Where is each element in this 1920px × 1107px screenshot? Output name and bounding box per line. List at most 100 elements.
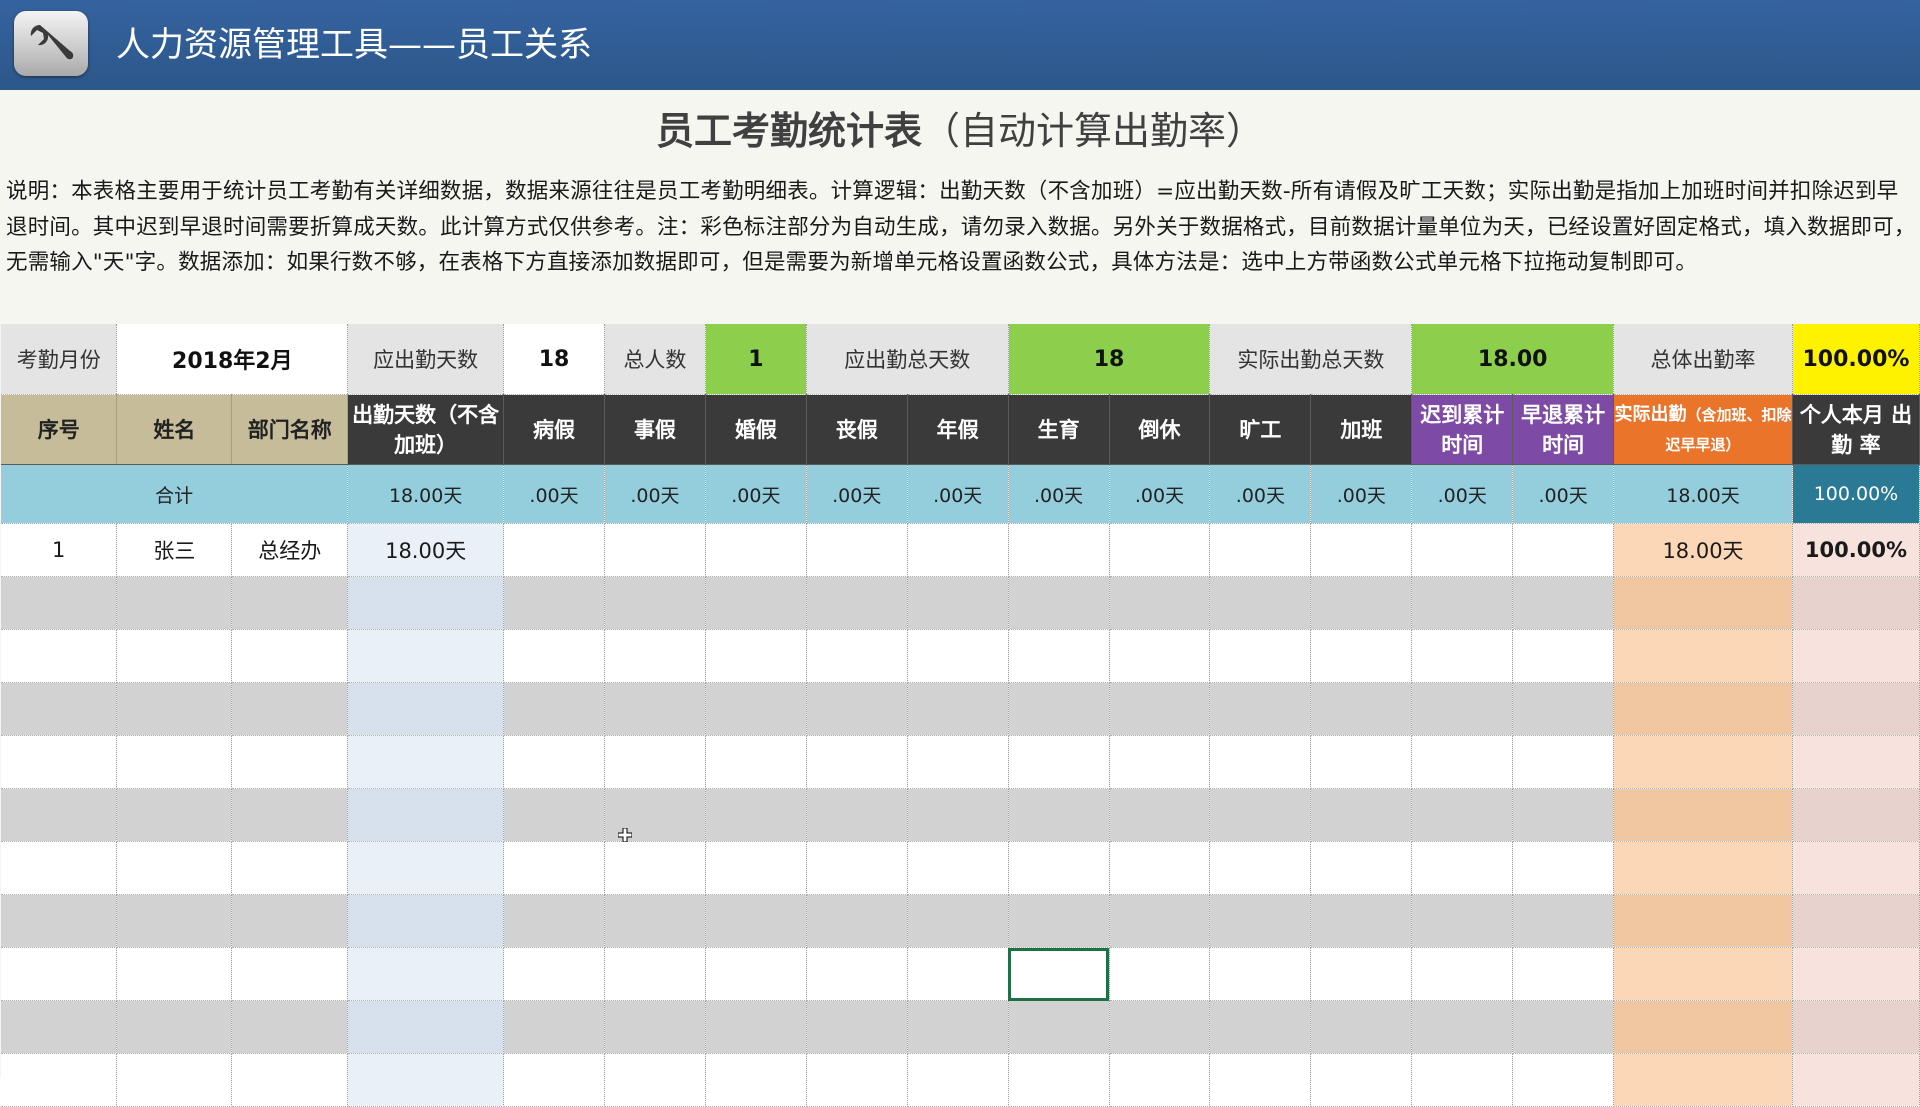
cell-actual[interactable] — [1613, 1053, 1793, 1107]
total-actual-label[interactable]: 实际出勤总天数 — [1209, 324, 1413, 395]
cell[interactable] — [1008, 735, 1110, 789]
cell[interactable] — [806, 735, 908, 789]
cell[interactable] — [1109, 682, 1211, 736]
cell-rate[interactable] — [1792, 841, 1920, 895]
cell[interactable] — [1209, 841, 1312, 895]
cell-actual[interactable] — [1613, 947, 1793, 1001]
cell-actual[interactable]: 18.00天 — [1613, 523, 1793, 577]
total-sick[interactable]: .00天 — [503, 464, 605, 524]
cell[interactable] — [907, 1053, 1009, 1107]
cell-marriage[interactable] — [705, 523, 807, 577]
cell-rate[interactable] — [1792, 894, 1920, 948]
cell[interactable] — [705, 735, 807, 789]
cell[interactable] — [1008, 1053, 1110, 1107]
cell-attendance[interactable] — [347, 682, 505, 736]
cell[interactable] — [1209, 947, 1312, 1001]
cell-sick[interactable] — [503, 523, 605, 577]
total-late[interactable]: .00天 — [1411, 464, 1514, 524]
cell[interactable] — [1209, 1053, 1312, 1107]
overall-rate-label[interactable]: 总体出勤率 — [1613, 324, 1793, 395]
cell[interactable] — [1310, 576, 1413, 630]
cell[interactable] — [604, 894, 706, 948]
cell[interactable] — [1109, 1053, 1211, 1107]
cell[interactable] — [1209, 735, 1312, 789]
cell[interactable] — [1411, 841, 1514, 895]
cell-overtime[interactable] — [1310, 523, 1413, 577]
headcount-label[interactable]: 总人数 — [604, 324, 706, 395]
cell[interactable] — [907, 841, 1009, 895]
cell[interactable] — [231, 735, 349, 789]
cell[interactable] — [705, 576, 807, 630]
selected-cell[interactable] — [1008, 947, 1110, 1001]
cell[interactable] — [116, 894, 233, 948]
cell[interactable] — [116, 841, 233, 895]
cell[interactable] — [907, 894, 1009, 948]
cell[interactable] — [231, 841, 349, 895]
cell[interactable] — [116, 947, 233, 1001]
cell[interactable] — [1411, 894, 1514, 948]
cell[interactable] — [116, 1053, 233, 1107]
cell-funeral[interactable] — [806, 523, 908, 577]
cell[interactable] — [116, 735, 233, 789]
cell[interactable] — [1512, 894, 1615, 948]
cell-attendance[interactable] — [347, 735, 505, 789]
cell-actual[interactable] — [1613, 894, 1793, 948]
cell[interactable] — [1310, 629, 1413, 683]
header-actual[interactable]: 实际出勤（含加班、扣除迟早早退） — [1613, 394, 1793, 465]
cell[interactable] — [231, 629, 349, 683]
cell[interactable] — [1109, 1000, 1211, 1054]
cell[interactable] — [1411, 1053, 1514, 1107]
cell[interactable] — [116, 1000, 233, 1054]
cell-actual[interactable] — [1613, 841, 1793, 895]
cell[interactable] — [1411, 682, 1514, 736]
cell[interactable] — [705, 894, 807, 948]
cell[interactable] — [1411, 788, 1514, 842]
total-marriage[interactable]: .00天 — [705, 464, 807, 524]
cell[interactable] — [604, 947, 706, 1001]
cell-rate[interactable] — [1792, 735, 1920, 789]
cell[interactable] — [907, 1000, 1009, 1054]
cell-attendance[interactable] — [347, 629, 505, 683]
cell[interactable] — [1, 947, 118, 1001]
cell-attendance[interactable] — [347, 894, 505, 948]
cell[interactable] — [1411, 947, 1514, 1001]
cell[interactable] — [1411, 576, 1514, 630]
cell[interactable] — [1310, 841, 1413, 895]
total-annual[interactable]: .00天 — [907, 464, 1009, 524]
cell[interactable] — [1310, 735, 1413, 789]
cell[interactable] — [1109, 576, 1211, 630]
cell[interactable] — [806, 788, 908, 842]
header-absent[interactable]: 旷工 — [1209, 394, 1312, 465]
header-name[interactable]: 姓名 — [116, 394, 233, 465]
cell[interactable] — [1, 788, 118, 842]
total-actual-value[interactable]: 18.00 — [1411, 324, 1615, 395]
cell[interactable] — [1310, 947, 1413, 1001]
cell-absent[interactable] — [1209, 523, 1312, 577]
cell[interactable] — [907, 682, 1009, 736]
total-absent[interactable]: .00天 — [1209, 464, 1312, 524]
header-compensatory[interactable]: 倒休 — [1109, 394, 1211, 465]
header-maternity[interactable]: 生育 — [1008, 394, 1110, 465]
cell[interactable] — [1209, 894, 1312, 948]
header-seq[interactable]: 序号 — [1, 394, 118, 465]
header-marriage[interactable]: 婚假 — [705, 394, 807, 465]
cell[interactable] — [705, 682, 807, 736]
cell[interactable] — [1008, 576, 1110, 630]
cell[interactable] — [1310, 1000, 1413, 1054]
cell-annual[interactable] — [907, 523, 1009, 577]
cell-attendance[interactable] — [347, 576, 505, 630]
cell[interactable] — [604, 735, 706, 789]
cell[interactable] — [1209, 629, 1312, 683]
cell[interactable] — [503, 735, 605, 789]
cell[interactable] — [1310, 894, 1413, 948]
cell[interactable] — [231, 576, 349, 630]
cell-attendance[interactable] — [347, 1053, 505, 1107]
totals-label[interactable]: 合计 — [1, 464, 349, 524]
cell[interactable] — [503, 1000, 605, 1054]
cell[interactable] — [1209, 788, 1312, 842]
cell[interactable] — [705, 1053, 807, 1107]
cell-seq[interactable]: 1 — [1, 523, 118, 577]
cell[interactable] — [907, 629, 1009, 683]
cell[interactable] — [1512, 682, 1615, 736]
total-rate[interactable]: 100.00% — [1792, 464, 1920, 524]
